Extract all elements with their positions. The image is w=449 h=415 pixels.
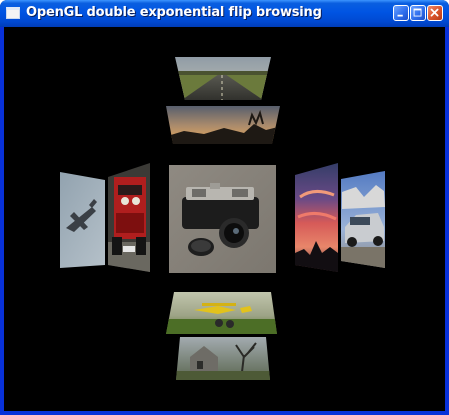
maximize-icon: [413, 8, 422, 17]
photo-road[interactable]: [164, 55, 284, 105]
close-button[interactable]: [427, 5, 443, 21]
window-app-icon[interactable]: [6, 7, 20, 19]
minimize-icon: [397, 14, 403, 17]
window-frame-bottom[interactable]: [0, 411, 449, 415]
photo-sunset-sky[interactable]: [292, 157, 342, 277]
opengl-canvas[interactable]: [4, 27, 445, 411]
photo-camera[interactable]: [169, 165, 276, 273]
photo-yellow-aircraft[interactable]: [164, 290, 284, 336]
photo-sunset[interactable]: [164, 104, 284, 146]
minimize-button[interactable]: [393, 5, 409, 21]
window-frame-right[interactable]: [445, 27, 449, 415]
photo-ruined-house[interactable]: [174, 335, 274, 383]
flip-scene[interactable]: [4, 27, 445, 411]
app-window: OpenGL double exponential flip browsing: [0, 0, 449, 415]
maximize-button[interactable]: [410, 5, 426, 21]
title-bar[interactable]: OpenGL double exponential flip browsing: [0, 0, 449, 27]
close-icon: [430, 8, 439, 17]
photo-airplane[interactable]: [54, 167, 114, 272]
photo-red-car[interactable]: [104, 157, 154, 277]
window-title: OpenGL double exponential flip browsing: [26, 5, 322, 20]
photo-silver-car[interactable]: [338, 167, 388, 272]
